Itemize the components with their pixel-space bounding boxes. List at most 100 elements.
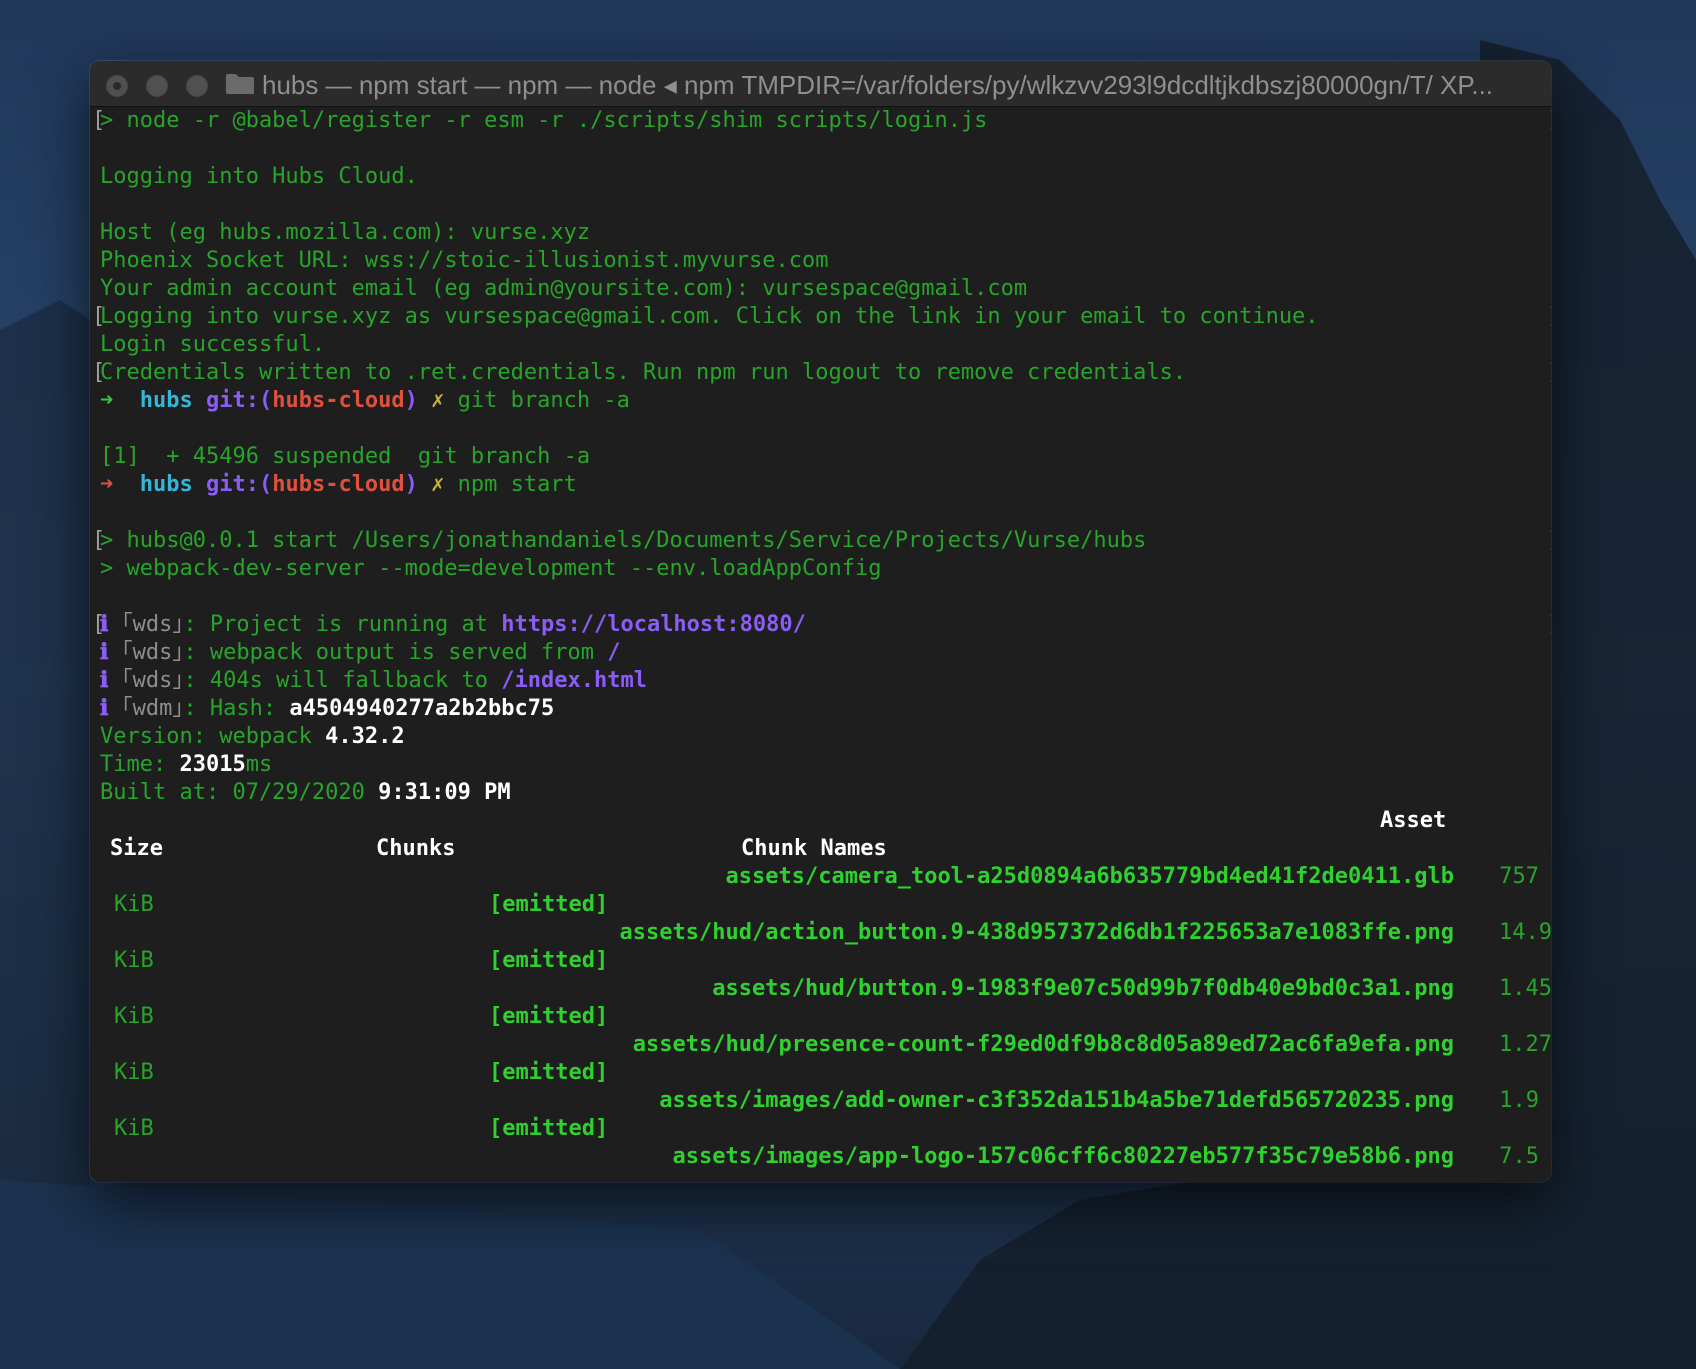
- asset-table: assets/camera_tool-a25d0894a6b635779bd4e…: [100, 863, 1551, 1171]
- emitted-label: [emitted]: [489, 948, 609, 973]
- window-title: hubs — npm start — npm — node ◂ npm TMPD…: [262, 70, 1494, 100]
- served-path: /: [607, 640, 621, 665]
- column-header-asset: Asset: [1380, 808, 1447, 833]
- fallback-path: /index.html: [501, 668, 647, 693]
- folder-icon: [226, 74, 254, 94]
- hash-value: a4504940277a2b2bbc75: [289, 696, 555, 721]
- output-line: Credentials written to .ret.credentials.…: [92, 359, 1551, 387]
- terminal-window[interactable]: hubs — npm start — npm — node ◂ npm TMPD…: [90, 61, 1551, 1182]
- dirty-x-icon: ✗: [431, 388, 445, 413]
- asset-row: assets/hud/presence-count-f29ed0df9b8c8d…: [100, 1031, 1551, 1059]
- asset-name: assets/images/app-logo-157c06cff6c80227e…: [672, 1144, 1454, 1169]
- asset-row: assets/images/add-owner-c3f352da151b4a5b…: [100, 1087, 1551, 1115]
- built-line: Built at: 07/29/2020 9:31:09 PM: [100, 779, 1551, 807]
- version-label: Version: webpack: [100, 724, 326, 749]
- asset-status-row: KiB [emitted]: [100, 1003, 1551, 1031]
- asset-size: 757: [1499, 864, 1539, 889]
- emitted-label: [emitted]: [489, 1116, 609, 1141]
- output-line: Phoenix Socket URL: wss://stoic-illusion…: [100, 248, 829, 273]
- prompt-git-close: ): [404, 388, 418, 413]
- info-icon: ℹ: [100, 696, 109, 721]
- output-line: > node -r @babel/register -r esm -r ./sc…: [92, 107, 1551, 135]
- version-value: 4.32.2: [325, 724, 405, 749]
- size-unit: KiB: [114, 1060, 154, 1085]
- prompt-dir: hubs: [139, 472, 193, 497]
- asset-size: 1.45: [1499, 976, 1551, 1001]
- wds-tag: ｢wds｣: [121, 668, 184, 693]
- prompt-git-label: git:(: [205, 388, 273, 413]
- time-unit: ms: [245, 752, 273, 777]
- asset-size: 1.9: [1499, 1088, 1539, 1113]
- dirty-x-icon: ✗: [431, 472, 445, 497]
- wds-line: ℹ ｢wds｣: Project is running at https://l…: [92, 611, 1551, 639]
- column-header-chunks: Chunks: [376, 836, 456, 861]
- wds-text: : 404s will fallback to: [183, 668, 502, 693]
- emitted-label: [emitted]: [489, 892, 609, 917]
- hash-label: : Hash:: [183, 696, 290, 721]
- prompt-arrow-icon: ➜: [100, 472, 114, 497]
- prompt-command: git branch -a: [457, 388, 630, 413]
- prompt-dir: hubs: [139, 388, 193, 413]
- zoom-button[interactable]: [186, 75, 208, 97]
- asset-row: assets/camera_tool-a25d0894a6b635779bd4e…: [100, 863, 1551, 891]
- asset-row: assets/hud/action_button.9-438d957372d6d…: [100, 919, 1551, 947]
- table-header-asset-row: Asset: [100, 807, 1551, 835]
- asset-row: assets/hud/button.9-1983f9e07c50d99b7f0d…: [100, 975, 1551, 1003]
- asset-status-row: KiB [emitted]: [100, 947, 1551, 975]
- output-line: > hubs@0.0.1 start /Users/jonathandaniel…: [92, 527, 1551, 555]
- asset-name: assets/hud/presence-count-f29ed0df9b8c8d…: [632, 1032, 1454, 1057]
- wds-line: ℹ ｢wds｣: 404s will fallback to /index.ht…: [100, 667, 1551, 695]
- output-line: Logging into vurse.xyz as vursespace@gma…: [92, 303, 1551, 331]
- output-line: Login successful.: [100, 332, 326, 357]
- column-header-chunk-names: Chunk Names: [741, 836, 887, 861]
- asset-size: 1.27: [1499, 1032, 1551, 1057]
- asset-size: 14.9: [1499, 920, 1551, 945]
- built-time: 9:31:09 PM: [378, 780, 511, 805]
- prompt-branch: hubs-cloud: [272, 388, 405, 413]
- asset-status-row: KiB [emitted]: [100, 1059, 1551, 1087]
- table-header-row: Size Chunks Chunk Names: [100, 835, 1551, 863]
- time-label: Time:: [100, 752, 180, 777]
- wds-tag: ｢wds｣: [121, 612, 184, 637]
- asset-name: assets/images/add-owner-c3f352da151b4a5b…: [659, 1088, 1454, 1113]
- column-header-size: Size: [110, 836, 163, 861]
- output-line: Logging into Hubs Cloud.: [100, 164, 418, 189]
- info-icon: ℹ: [100, 668, 109, 693]
- prompt-arrow-icon: ➜: [100, 388, 114, 413]
- close-button[interactable]: [106, 75, 128, 97]
- emitted-label: [emitted]: [489, 1060, 609, 1085]
- built-label: Built at: 07/29/2020: [100, 780, 379, 805]
- asset-row: assets/images/app-logo-157c06cff6c80227e…: [100, 1143, 1551, 1171]
- close-icon: [113, 82, 121, 90]
- wdm-line: ℹ ｢wdm｣: Hash: a4504940277a2b2bbc75: [100, 695, 1551, 723]
- asset-name: assets/hud/button.9-1983f9e07c50d99b7f0d…: [712, 976, 1454, 1001]
- asset-status-row: KiB [emitted]: [100, 891, 1551, 919]
- time-line: Time: 23015ms: [100, 751, 1551, 779]
- asset-status-row: KiB [emitted]: [100, 1115, 1551, 1143]
- output-line: Host (eg hubs.mozilla.com): vurse.xyz: [100, 220, 591, 245]
- title-bar[interactable]: hubs — npm start — npm — node ◂ npm TMPD…: [90, 61, 1551, 107]
- prompt-command: npm start: [457, 472, 577, 497]
- size-unit: KiB: [114, 948, 154, 973]
- minimize-button[interactable]: [146, 75, 168, 97]
- wds-line: ℹ ｢wds｣: webpack output is served from /: [100, 639, 1551, 667]
- version-line: Version: webpack 4.32.2: [100, 723, 1551, 751]
- wds-tag: ｢wds｣: [121, 640, 184, 665]
- output-line: Your admin account email (eg admin@yours…: [100, 276, 1028, 301]
- prompt-git-label: git:(: [205, 472, 273, 497]
- asset-size: 7.5: [1499, 1144, 1539, 1169]
- output-line: [1] + 45496 suspended git branch -a: [100, 444, 591, 469]
- wdm-tag: ｢wdm｣: [121, 696, 184, 721]
- localhost-link[interactable]: https://localhost:8080/: [501, 612, 806, 637]
- size-unit: KiB: [114, 1116, 154, 1141]
- terminal-output[interactable]: > node -r @babel/register -r esm -r ./sc…: [90, 107, 1551, 1182]
- asset-name: assets/hud/action_button.9-438d957372d6d…: [619, 920, 1454, 945]
- wds-text: : webpack output is served from: [183, 640, 608, 665]
- prompt-git-close: ): [404, 472, 418, 497]
- shell-prompt: ➜ hubs git:(hubs-cloud) ✗ git branch -a: [100, 387, 1551, 415]
